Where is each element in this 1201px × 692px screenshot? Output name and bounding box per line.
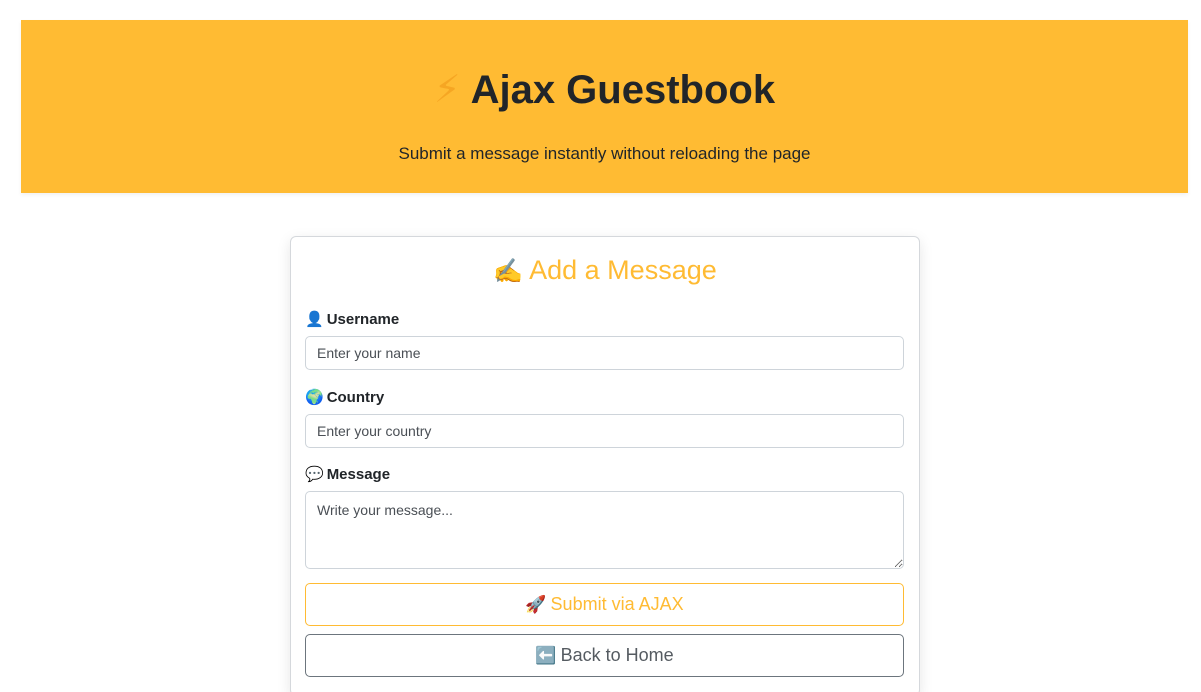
page-header: ⚡ Ajax Guestbook Submit a message instant…: [21, 20, 1188, 193]
country-input[interactable]: [305, 414, 904, 448]
lightning-icon: ⚡: [433, 69, 461, 111]
rocket-icon: 🚀: [525, 595, 547, 614]
submit-button[interactable]: 🚀 Submit via AJAX: [305, 583, 904, 626]
message-label-text: Message: [326, 466, 391, 483]
page-title: ⚡ Ajax Guestbook: [21, 64, 1188, 116]
username-input[interactable]: [305, 336, 904, 370]
user-icon: 👤: [305, 311, 324, 328]
page-title-text: Ajax Guestbook: [470, 68, 776, 112]
message-label: 💬 Message: [305, 465, 390, 483]
globe-icon: 🌍: [305, 389, 324, 406]
username-label-text: Username: [326, 311, 400, 328]
country-label-text: Country: [326, 389, 385, 406]
writing-hand-icon: ✍️: [493, 258, 524, 285]
message-form-card: ✍️Add a Message 👤Username 🌍Country 💬Mess…: [290, 236, 920, 692]
back-home-button-label: Back to Home: [560, 645, 674, 665]
country-label: 🌍 Country: [305, 388, 384, 406]
back-home-button[interactable]: ⬅️ Back to Home: [305, 634, 904, 677]
submit-button-label: Submit via AJAX: [550, 594, 684, 614]
form-title-text: Add a Message: [529, 255, 717, 285]
back-arrow-icon: ⬅️: [535, 646, 557, 665]
username-label: 👤 Username: [305, 310, 399, 328]
message-textarea[interactable]: [305, 491, 904, 569]
form-title: ✍️ Add a Message: [291, 252, 919, 290]
page-subtitle: Submit a message instantly without reloa…: [398, 144, 811, 163]
speech-bubble-icon: 💬: [305, 466, 324, 483]
